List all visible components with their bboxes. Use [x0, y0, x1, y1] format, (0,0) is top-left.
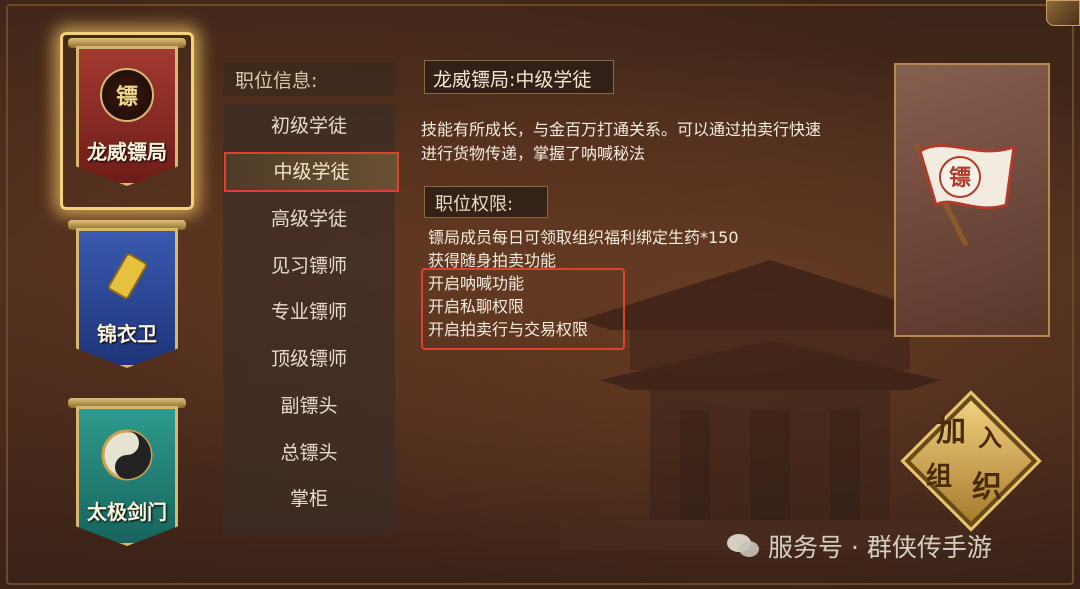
join-char: 加	[936, 414, 966, 449]
faction-label: 太极剑门	[87, 500, 167, 524]
wechat-icon	[726, 532, 760, 560]
watermark-text: 服务号 · 群侠传手游	[768, 533, 992, 562]
join-char: 入	[978, 423, 1002, 452]
permission-item: 镖局成员每日可领取组织福利绑定生药*150	[428, 228, 739, 247]
close-button[interactable]	[1046, 0, 1080, 26]
join-char: 织	[972, 470, 1002, 505]
rank-item[interactable]: 高级学徒	[223, 201, 395, 237]
faction-banner-jinyiwei[interactable]: 锦衣卫	[68, 220, 186, 370]
rank-description: 技能有所成长，与金百万打通关系。可以通过拍卖行快速 进行货物传递，掌握了呐喊秘法	[421, 118, 891, 166]
permission-highlight-box	[421, 268, 625, 350]
faction-banner-taiji[interactable]: 太极剑门	[68, 398, 186, 548]
join-button-label: 加 入 组 织	[906, 396, 1036, 526]
rank-list-header: 职位信息:	[223, 62, 395, 96]
flag-preview-panel: 镖	[894, 63, 1050, 337]
escort-flag-icon: 镖	[913, 143, 1016, 247]
flag-char: 镖	[949, 165, 971, 191]
rank-list-panel: 初级学徒 中级学徒 高级学徒 见习镖师 专业镖师 顶级镖师 副镖头 总镖头 掌柜	[223, 104, 399, 534]
faction-label: 锦衣卫	[97, 322, 157, 346]
join-char: 组	[926, 462, 953, 492]
rank-item-selected[interactable]: 中级学徒	[224, 152, 399, 192]
join-organization-button[interactable]: 加 入 组 织	[904, 394, 1038, 528]
description-line: 技能有所成长，与金百万打通关系。可以通过拍卖行快速	[421, 120, 822, 139]
faction-banner-longwei[interactable]: 镖 龙威镖局	[68, 38, 186, 188]
rank-item[interactable]: 顶级镖师	[223, 341, 395, 377]
rank-title: 龙威镖局:中级学徒	[424, 60, 614, 94]
rank-item[interactable]: 见习镖师	[223, 248, 395, 284]
rank-item[interactable]: 初级学徒	[223, 108, 395, 144]
rank-item[interactable]: 专业镖师	[223, 294, 395, 330]
token-emblem-icon	[100, 250, 154, 304]
yin-yang-icon	[100, 428, 154, 482]
faction-label: 龙威镖局	[87, 140, 167, 164]
permissions-title: 职位权限:	[424, 186, 548, 218]
watermark: 服务号 · 群侠传手游	[726, 528, 992, 564]
description-line: 进行货物传递，掌握了呐喊秘法	[421, 144, 646, 163]
rank-item[interactable]: 掌柜	[223, 481, 395, 517]
escort-emblem-icon: 镖	[100, 68, 154, 122]
rank-item[interactable]: 总镖头	[223, 435, 395, 471]
rank-item[interactable]: 副镖头	[223, 388, 395, 424]
